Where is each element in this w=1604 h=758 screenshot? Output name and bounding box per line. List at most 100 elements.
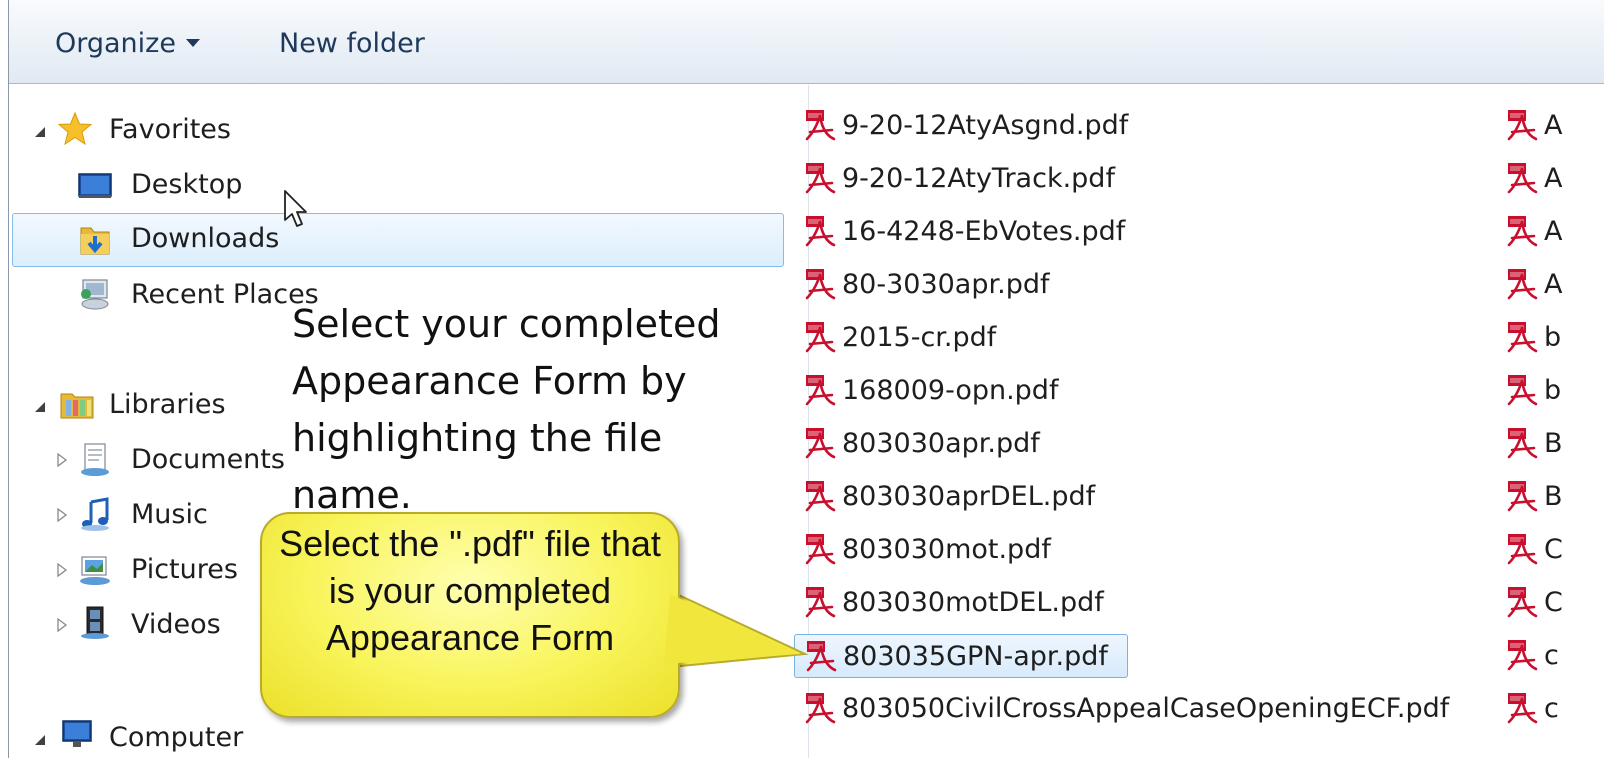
file-name: 803030aprDEL.pdf [842, 481, 1096, 512]
file-row[interactable]: 803030aprDEL.pdf [794, 475, 1474, 519]
file-row[interactable]: 9-20-12AtyAsgnd.pdf [794, 104, 1474, 148]
chevron-down-icon [185, 39, 200, 47]
file-name: A [1544, 163, 1563, 194]
pdf-file-icon [1507, 163, 1538, 194]
explorer-window: Organize New folder Favorites Desktop Do… [0, 0, 1604, 758]
organize-label: Organize [55, 28, 176, 59]
file-name: 2015-cr.pdf [842, 322, 997, 353]
pdf-file-icon [805, 110, 836, 141]
expanded-arrow-icon[interactable] [35, 733, 45, 747]
pdf-file-icon [805, 481, 836, 512]
pdf-file-icon [805, 322, 836, 353]
file-row[interactable]: c [1496, 687, 1604, 731]
new-folder-button[interactable]: New folder [279, 24, 425, 64]
file-name: B [1544, 428, 1563, 459]
pdf-file-icon [805, 375, 836, 406]
file-row[interactable]: A [1496, 104, 1604, 148]
file-row[interactable]: A [1496, 263, 1604, 307]
nav-item-computer[interactable]: Computer [29, 713, 529, 758]
file-row[interactable]: B [1496, 475, 1604, 519]
file-row[interactable]: 16-4248-EbVotes.pdf [794, 210, 1474, 254]
nav-item-downloads[interactable]: Downloads [12, 213, 784, 267]
documents-icon [81, 443, 109, 476]
collapsed-arrow-icon[interactable] [57, 453, 67, 467]
file-name: A [1544, 216, 1563, 247]
nav-item-desktop[interactable]: Desktop [65, 160, 465, 212]
pdf-file-icon [805, 269, 836, 300]
desktop-icon [78, 173, 112, 198]
file-name: 16-4248-EbVotes.pdf [842, 216, 1126, 247]
file-row[interactable]: 168009-opn.pdf [794, 369, 1474, 413]
nav-label: Downloads [131, 223, 280, 254]
pdf-file-icon [1507, 216, 1538, 247]
file-row[interactable]: C [1496, 581, 1604, 625]
file-row[interactable]: c [1496, 634, 1604, 678]
file-row[interactable]: 803035GPN-apr.pdf [794, 634, 1128, 678]
pdf-file-icon [1507, 587, 1538, 618]
file-row[interactable]: C [1496, 528, 1604, 572]
nav-label: Recent Places [131, 279, 319, 310]
recent-places-icon [81, 279, 109, 310]
pdf-file-icon [805, 587, 836, 618]
file-name: A [1544, 269, 1563, 300]
pdf-file-icon [806, 641, 837, 672]
pdf-file-icon [805, 163, 836, 194]
expanded-arrow-icon[interactable] [35, 400, 45, 414]
pdf-file-icon [1507, 375, 1538, 406]
file-row[interactable]: 803030mot.pdf [794, 528, 1474, 572]
file-row[interactable]: 803030motDEL.pdf [794, 581, 1474, 625]
file-row[interactable]: A [1496, 210, 1604, 254]
nav-label: Pictures [131, 554, 238, 585]
file-name: 9-20-12AtyTrack.pdf [842, 163, 1115, 194]
organize-button[interactable]: Organize [55, 24, 200, 64]
pdf-file-icon [1507, 640, 1538, 671]
instruction-text: Select your completed Appearance Form by… [292, 302, 721, 517]
nav-label: Libraries [109, 389, 226, 420]
nav-label: Favorites [109, 114, 231, 145]
pdf-file-icon [1507, 269, 1538, 300]
pdf-file-icon [1507, 428, 1538, 459]
file-name: b [1544, 375, 1562, 406]
file-row[interactable]: b [1496, 369, 1604, 413]
collapsed-arrow-icon[interactable] [57, 508, 67, 522]
file-row[interactable]: b [1496, 316, 1604, 360]
file-name: c [1544, 640, 1559, 671]
callout-text: Select the ".pdf" file that is your comp… [279, 523, 661, 658]
file-name: C [1544, 534, 1563, 565]
file-row[interactable]: 803030apr.pdf [794, 422, 1474, 466]
file-name: B [1544, 481, 1563, 512]
pdf-file-icon [805, 693, 836, 724]
file-row[interactable]: 9-20-12AtyTrack.pdf [794, 157, 1474, 201]
file-name: 803030mot.pdf [842, 534, 1051, 565]
collapsed-arrow-icon[interactable] [57, 618, 67, 632]
videos-icon [81, 606, 109, 639]
file-row[interactable]: A [1496, 157, 1604, 201]
pdf-file-icon [805, 534, 836, 565]
file-name: 803030motDEL.pdf [842, 587, 1104, 618]
pdf-file-icon [805, 428, 836, 459]
file-row[interactable]: 803050CivilCrossAppealCaseOpeningECF.pdf [794, 687, 1474, 731]
collapsed-arrow-icon[interactable] [57, 563, 67, 577]
computer-icon [62, 720, 92, 747]
libraries-icon [60, 393, 94, 419]
file-row[interactable]: B [1496, 422, 1604, 466]
file-name: c [1544, 693, 1559, 724]
file-name: 803035GPN-apr.pdf [843, 641, 1108, 672]
downloads-folder-icon [80, 227, 110, 255]
file-name: b [1544, 322, 1562, 353]
file-name: C [1544, 587, 1563, 618]
file-name: 168009-opn.pdf [842, 375, 1059, 406]
expanded-arrow-icon[interactable] [35, 125, 45, 139]
nav-label: Computer [109, 722, 244, 753]
star-icon [57, 111, 93, 146]
nav-label: Music [131, 499, 208, 530]
file-row[interactable]: 80-3030apr.pdf [794, 263, 1474, 307]
pdf-file-icon [1507, 693, 1538, 724]
file-name: 9-20-12AtyAsgnd.pdf [842, 110, 1129, 141]
mouse-cursor-icon [284, 190, 307, 227]
file-row[interactable]: 2015-cr.pdf [794, 316, 1474, 360]
nav-item-favorites[interactable]: Favorites [29, 105, 529, 157]
pdf-file-icon [1507, 322, 1538, 353]
pdf-file-icon [1507, 534, 1538, 565]
file-name: A [1544, 110, 1563, 141]
